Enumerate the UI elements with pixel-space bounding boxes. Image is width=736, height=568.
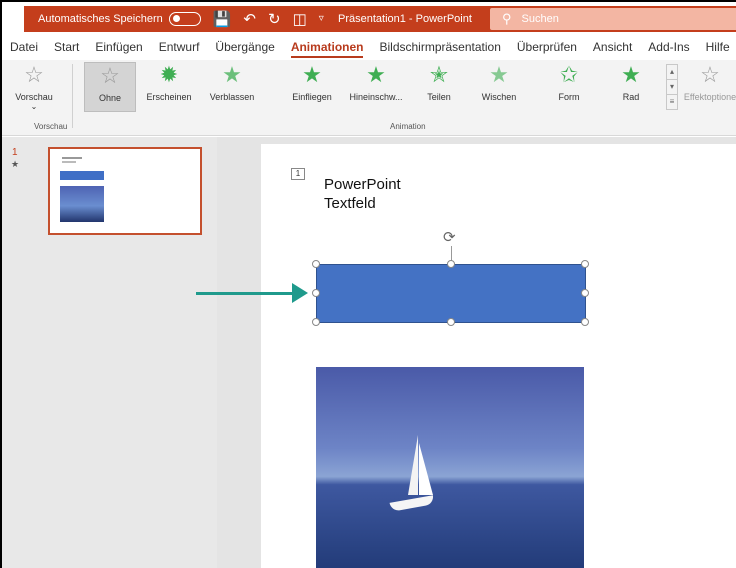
slide-thumbnail-pane: 1 ★ [2,137,217,568]
quick-access-toolbar: 💾 ↶ ↻ ◫ ▿ [213,12,324,27]
pointer-arrow-head [292,283,308,303]
title-bar: Automatisches Speichern 💾 ↶ ↻ ◫ ▿ Präsen… [24,6,736,32]
resize-handle[interactable] [312,260,320,268]
animation-label: Rad [622,92,640,102]
redo-icon[interactable]: ↻ [268,12,281,27]
animation-hineinschweben[interactable]: ★ Hineinschw... [344,62,408,112]
star-icon: ★ [621,62,641,87]
animation-marker-icon: ★ [11,159,20,169]
search-placeholder: Suchen [521,13,559,25]
chevron-down-icon: ⌄ [30,102,38,111]
group-label-preview: Vorschau [34,122,68,131]
preview-label: Vorschau [15,92,53,102]
animation-teilen[interactable]: ✭ Teilen [416,62,462,112]
animation-label: Hineinschw... [349,92,403,102]
animation-label: Form [558,92,580,102]
more-icon[interactable]: ≡ [667,95,677,109]
search-input[interactable]: ⚲ Suchen [490,8,736,30]
star-outline-icon: ✩ [559,62,579,87]
animation-ohne[interactable]: ☆ Ohne [84,62,136,112]
slide-number: 1 [12,147,18,158]
star-icon: ★ [302,62,322,87]
undo-icon[interactable]: ↶ [243,12,256,27]
star-icon: ★ [366,62,386,87]
animation-erscheinen[interactable]: ✹ Erscheinen [138,62,200,112]
preview-button[interactable]: ☆ Vorschau ⌄ [4,62,64,112]
tab-animationen[interactable]: Animationen [283,40,372,58]
slide-thumbnail[interactable] [48,147,202,235]
blue-rectangle-shape[interactable] [316,264,586,323]
textbox-line: PowerPoint [324,176,401,193]
tab-datei[interactable]: Datei [2,40,46,54]
save-icon[interactable]: 💾 [213,12,232,27]
tab-bildschirmpraesentation[interactable]: Bildschirmpräsentation [371,40,508,54]
scroll-down-icon[interactable]: ▾ [667,80,677,95]
animation-rad[interactable]: ★ Rad [608,62,654,112]
animation-verblassen[interactable]: ★ Verblassen [204,62,260,112]
effect-options-button[interactable]: ☆ Effektoptione [680,62,736,112]
star-split-icon: ✭ [429,62,449,87]
autosave-toggle[interactable] [168,12,201,26]
search-icon: ⚲ [502,11,512,26]
tab-hilfe[interactable]: Hilfe [698,40,736,54]
animation-label: Ohne [98,93,122,103]
animation-einfliegen[interactable]: ★ Einfliegen [282,62,342,112]
star-icon: ★ [489,62,509,87]
sailboat-image[interactable] [316,367,584,568]
star-outline-icon: ☆ [100,63,120,88]
animation-label: Verblassen [209,92,255,102]
animation-wischen[interactable]: ★ Wischen [472,62,526,112]
autosave-label: Automatisches Speichern [38,13,163,25]
animation-label: Wischen [481,92,517,102]
animation-order-tag[interactable]: 1 [291,168,305,180]
thumb-text [62,161,76,163]
animation-label: Teilen [427,92,451,102]
gallery-scroll[interactable]: ▴ ▾ ≡ [666,64,678,110]
powerpoint-window: Automatisches Speichern 💾 ↶ ↻ ◫ ▿ Präsen… [0,0,736,568]
thumb-text [62,157,82,159]
scroll-up-icon[interactable]: ▴ [667,65,677,80]
ribbon-tabs: Datei Start Einfügen Entwurf Übergänge A… [2,36,736,58]
resize-handle[interactable] [312,289,320,297]
resize-handle[interactable] [581,318,589,326]
boat-hull [389,495,435,512]
resize-handle[interactable] [581,260,589,268]
tab-ansicht[interactable]: Ansicht [585,40,640,54]
star-icon: ★ [222,62,242,87]
preview-star-icon: ☆ [24,62,44,87]
resize-handle[interactable] [312,318,320,326]
document-title: Präsentation1 - PowerPoint [338,13,472,25]
tab-ueberpruefen[interactable]: Überprüfen [509,40,585,54]
resize-handle[interactable] [447,260,455,268]
sail [408,435,418,495]
thumb-rectangle [60,171,104,180]
customize-icon[interactable]: ▿ [319,14,324,24]
thumb-image [60,186,104,222]
animation-label: Einfliegen [292,92,332,102]
tab-start[interactable]: Start [46,40,87,54]
animation-form[interactable]: ✩ Form [546,62,592,112]
effect-options-label: Effektoptione [683,92,736,102]
tab-add-ins[interactable]: Add-Ins [640,40,697,54]
tab-entwurf[interactable]: Entwurf [151,40,208,54]
present-icon[interactable]: ◫ [293,12,307,27]
textbox-line: Textfeld [324,195,376,212]
resize-handle[interactable] [581,289,589,297]
star-burst-icon: ✹ [159,62,179,87]
effect-options-icon: ☆ [700,62,720,87]
group-label-animation: Animation [390,122,426,131]
animation-label: Erscheinen [146,92,192,102]
resize-handle[interactable] [447,318,455,326]
ribbon: ☆ Vorschau ⌄ ☆ Ohne ✹ Erscheinen ★ Verbl… [2,60,736,136]
slide-textbox[interactable]: PowerPoint Textfeld [324,175,401,213]
rotate-handle-icon[interactable]: ⟳ [443,228,456,246]
tab-uebergaenge[interactable]: Übergänge [207,40,282,54]
pointer-arrow [196,292,294,295]
sail [419,443,433,495]
group-separator [72,64,73,128]
tab-einfuegen[interactable]: Einfügen [87,40,150,54]
